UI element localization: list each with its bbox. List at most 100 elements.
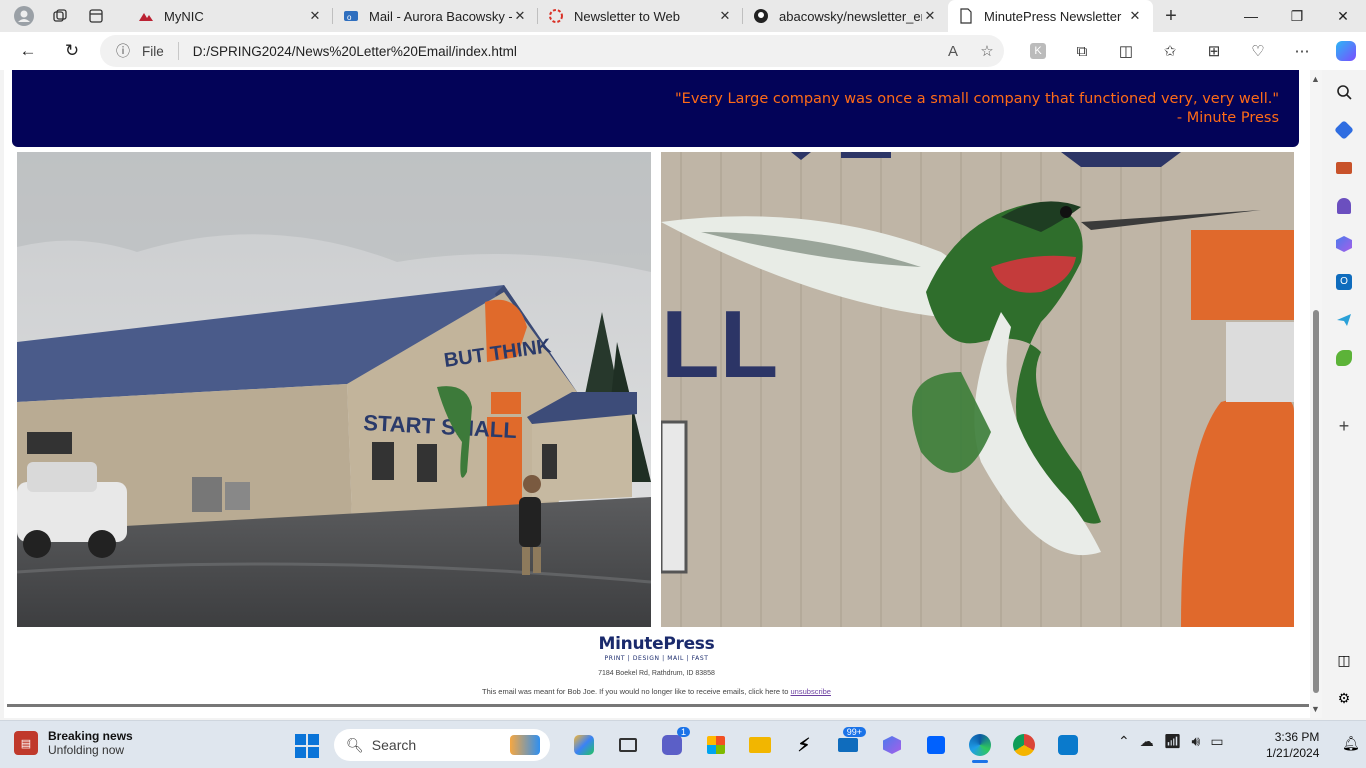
taskbar-search-placeholder: Search	[371, 737, 417, 753]
mynic-favicon-icon	[138, 8, 154, 24]
tab-title: Mail - Aurora Bacowsky - C	[369, 8, 512, 24]
tab-actions-icon[interactable]	[80, 2, 112, 30]
workspaces-icon[interactable]	[44, 2, 76, 30]
profile-icon[interactable]	[8, 2, 40, 30]
volume-icon[interactable]: 🔊︎	[1192, 733, 1201, 750]
copilot-pre-icon[interactable]	[562, 727, 606, 763]
teams-badge: 1	[676, 727, 690, 737]
mural-letters: LL	[661, 291, 778, 398]
hide-sidebar-icon[interactable]: ◫	[1328, 644, 1360, 676]
edge-icon[interactable]	[958, 727, 1002, 763]
tab-newsletter-to-web[interactable]: Newsletter to Web ✕	[538, 0, 743, 32]
search-highlight-icon	[510, 735, 540, 755]
minutepress-logo: MinutePress PRINT | DESIGN | MAIL | FAST	[4, 634, 1309, 662]
url-text[interactable]: D:/SPRING2024/News%20Letter%20Email/inde…	[193, 44, 936, 59]
tab-mail[interactable]: o Mail - Aurora Bacowsky - C ✕	[333, 0, 538, 32]
windows-taskbar: ▤ Breaking news Unfolding now 🔍︎ Search …	[0, 720, 1366, 768]
system-tray: ⌃ ☁ 📶︎ 🔊︎ ▭	[1118, 733, 1224, 750]
taskbar-apps: 1 ⚡︎ 99+	[562, 727, 1090, 763]
tab-minutepress-newsletter[interactable]: MinutePress Newsletter ✕	[948, 0, 1153, 32]
copilot-icon[interactable]	[1324, 35, 1366, 67]
sidebar-settings-icon[interactable]: ⚙	[1328, 682, 1360, 714]
minimize-icon[interactable]: —	[1228, 0, 1274, 32]
send-icon[interactable]	[1328, 304, 1360, 336]
address-divider	[177, 42, 179, 60]
quote-banner: "Every Large company was once a small co…	[12, 70, 1299, 147]
favorites-icon[interactable]: ✩	[1148, 35, 1192, 67]
news-title: Breaking news	[48, 729, 133, 743]
vscode-icon[interactable]	[1046, 727, 1090, 763]
task-view-icon[interactable]	[606, 727, 650, 763]
newsletter-footer: MinutePress PRINT | DESIGN | MAIL | FAST…	[4, 632, 1309, 696]
building-photo: BUT THINK START SMALL	[17, 152, 651, 627]
split-screen-icon[interactable]: ◫	[1104, 35, 1148, 67]
tab-title: abacowsky/newsletter_em	[779, 8, 922, 24]
show-hidden-icons-icon[interactable]: ⌃	[1118, 733, 1130, 750]
tab-mynic[interactable]: MyNIC ✕	[128, 0, 333, 32]
close-tab-icon[interactable]: ✕	[922, 8, 938, 24]
edge-sidebar: O + ◫ ⚙	[1322, 70, 1366, 720]
address-bar[interactable]: ⓘ File D:/SPRING2024/News%20Letter%20Ema…	[100, 35, 1004, 67]
chrome-icon[interactable]	[1002, 727, 1046, 763]
taskbar-clock[interactable]: 3:36 PM 1/21/2024	[1266, 729, 1319, 761]
games-icon[interactable]	[1328, 190, 1360, 222]
outlook-icon[interactable]: O	[1328, 266, 1360, 298]
close-tab-icon[interactable]: ✕	[1127, 8, 1143, 24]
unsubscribe-link[interactable]: unsubscribe	[791, 687, 831, 696]
dropbox-icon[interactable]	[914, 727, 958, 763]
browser-essentials-icon[interactable]: ♡	[1236, 35, 1280, 67]
microsoft365-icon[interactable]	[1328, 228, 1360, 260]
news-subtitle: Unfolding now	[48, 743, 125, 757]
extension-k-icon[interactable]: K	[1016, 35, 1060, 67]
close-tab-icon[interactable]: ✕	[307, 8, 323, 24]
browser-toolbar: ← ↻ ⓘ File D:/SPRING2024/News%20Letter%2…	[0, 32, 1366, 70]
window-close-icon[interactable]: ✕	[1320, 0, 1366, 32]
windows-start-icon[interactable]	[294, 733, 320, 759]
microsoft-store-icon[interactable]	[694, 727, 738, 763]
mail-icon[interactable]: 99+	[826, 727, 870, 763]
window-controls: — ❐ ✕	[1228, 0, 1366, 32]
wifi-icon[interactable]: 📶︎	[1164, 733, 1182, 750]
onedrive-cloud-icon[interactable]: ☁	[1140, 733, 1154, 750]
business-address: 7184 Boekel Rd, Rathdrum, ID 83858	[598, 670, 715, 677]
extension-green-icon[interactable]	[1328, 342, 1360, 374]
extensions-icon[interactable]: ⧉	[1060, 35, 1104, 67]
favorite-star-icon[interactable]: ☆	[970, 42, 1004, 60]
scroll-down-icon[interactable]: ▼	[1311, 704, 1320, 714]
mail-badge: 99+	[842, 727, 866, 737]
more-options-icon[interactable]: ⋯	[1280, 35, 1324, 67]
teams-icon[interactable]: 1	[650, 727, 694, 763]
close-tab-icon[interactable]: ✕	[717, 8, 733, 24]
back-icon[interactable]: ←	[10, 35, 46, 67]
taskbar-search-icon: 🔍︎	[346, 736, 364, 753]
search-icon[interactable]	[1328, 76, 1360, 108]
copilot-app-icon[interactable]	[870, 727, 914, 763]
scrollbar-thumb[interactable]	[1313, 310, 1319, 693]
notifications-bell-icon[interactable]: 🔔︎	[1342, 735, 1360, 752]
tools-briefcase-icon[interactable]	[1328, 152, 1360, 184]
read-aloud-icon[interactable]: A	[936, 43, 970, 60]
restore-icon[interactable]: ❐	[1274, 0, 1320, 32]
add-sidebar-app-icon[interactable]: +	[1328, 410, 1360, 442]
collections-icon[interactable]: ⊞	[1192, 35, 1236, 67]
file-explorer-icon[interactable]	[738, 727, 782, 763]
quote-text: "Every Large company was once a small co…	[674, 91, 1279, 107]
refresh-icon[interactable]: ↻	[54, 35, 90, 67]
hummingbird-mural-photo: LL	[661, 152, 1294, 627]
shopping-tag-icon[interactable]	[1328, 114, 1360, 146]
tab-title: MyNIC	[164, 8, 204, 24]
close-tab-icon[interactable]: ✕	[512, 8, 528, 24]
tab-github[interactable]: abacowsky/newsletter_em ✕	[743, 0, 948, 32]
tab-title: Newsletter to Web	[574, 8, 680, 24]
new-tab-button[interactable]: +	[1155, 2, 1187, 30]
info-icon[interactable]: ⓘ	[116, 41, 136, 61]
loading-favicon-icon	[548, 8, 564, 24]
page-scrollbar[interactable]: ▲ ▼	[1310, 70, 1322, 718]
scroll-up-icon[interactable]: ▲	[1311, 74, 1320, 84]
news-widget[interactable]: ▤ Breaking news Unfolding now	[14, 729, 133, 757]
unsubscribe-text: This email was meant for Bob Joe. If you…	[482, 687, 789, 696]
taskbar-search[interactable]: 🔍︎ Search	[334, 729, 550, 761]
unsubscribe-line: This email was meant for Bob Joe. If you…	[4, 687, 1309, 696]
battery-icon[interactable]: ▭	[1210, 733, 1223, 750]
terminal-icon[interactable]: ⚡︎	[782, 727, 826, 763]
